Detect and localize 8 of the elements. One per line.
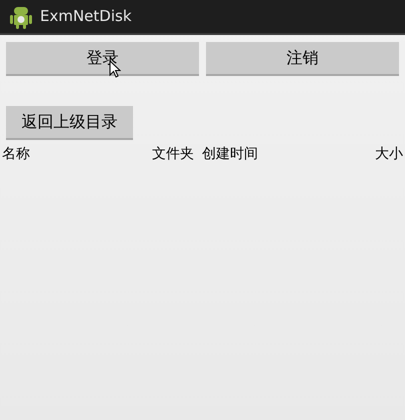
column-header: 名称: [2, 144, 31, 164]
robot-icon: [10, 4, 32, 28]
back-button[interactable]: 返回上级目录: [6, 106, 133, 140]
action-button[interactable]: 注销: [206, 42, 399, 76]
window-title: ExmNetDisk: [40, 6, 132, 28]
column-header: 文件夹: [152, 144, 195, 164]
column-header: 创建时间: [202, 144, 259, 164]
column-header: 大小: [375, 144, 403, 164]
